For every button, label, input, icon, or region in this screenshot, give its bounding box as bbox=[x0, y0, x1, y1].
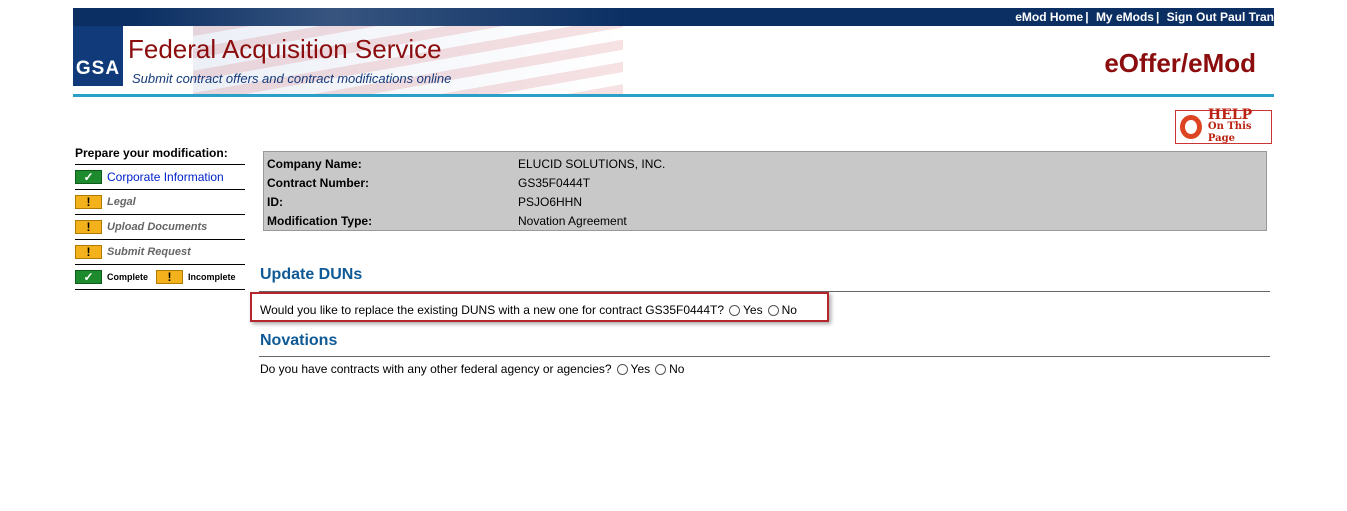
update-duns-heading: Update DUNs bbox=[260, 266, 363, 283]
life-ring-icon bbox=[1180, 115, 1202, 139]
gsa-logo: GSA bbox=[73, 26, 123, 86]
duns-yes-radio[interactable] bbox=[729, 304, 741, 316]
help-button[interactable]: HELP On This Page bbox=[1175, 107, 1272, 145]
page-header: eMod Home | My eMods | Sign Out Paul Tran … bbox=[73, 8, 1274, 97]
app-title: eOffer/eMod bbox=[1104, 48, 1256, 78]
novations-no-radio[interactable] bbox=[655, 363, 667, 375]
contract-info-panel: Company Name: ELUCID SOLUTIONS, INC. Con… bbox=[263, 151, 1267, 231]
sidebar-item-label[interactable]: Corporate Information bbox=[107, 170, 224, 184]
sidebar-item-submit-request: ! Submit Request bbox=[75, 240, 245, 265]
info-value: ELUCID SOLUTIONS, INC. bbox=[518, 156, 666, 171]
contract-info-table: Company Name: ELUCID SOLUTIONS, INC. Con… bbox=[267, 154, 665, 230]
novations-heading: Novations bbox=[260, 332, 338, 349]
flag-stripes bbox=[133, 8, 633, 26]
table-row: ID: PSJO6HHN bbox=[267, 192, 665, 211]
help-label: HELP On This Page bbox=[1207, 107, 1271, 145]
top-nav-links: eMod Home | My eMods | Sign Out Paul Tran bbox=[1015, 10, 1274, 24]
duns-question: Would you like to replace the existing D… bbox=[260, 303, 725, 317]
help-label-line1: HELP bbox=[1207, 107, 1253, 123]
novations-no-label[interactable]: No bbox=[669, 362, 684, 376]
sidebar-item-legal: ! Legal bbox=[75, 190, 245, 215]
duns-yes-label[interactable]: Yes bbox=[743, 303, 763, 317]
check-icon: ✓ bbox=[75, 170, 102, 184]
sidebar-item-label: Submit Request bbox=[107, 246, 191, 258]
header-divider bbox=[73, 94, 1274, 97]
info-value: Novation Agreement bbox=[518, 213, 627, 228]
duns-no-label[interactable]: No bbox=[782, 303, 797, 317]
agency-title: Federal Acquisition Service bbox=[128, 34, 442, 64]
gsa-logo-text: GSA bbox=[75, 58, 121, 79]
agency-subtitle: Submit contract offers and contract modi… bbox=[132, 71, 452, 86]
check-icon: ✓ bbox=[75, 270, 102, 284]
novations-yes-label[interactable]: Yes bbox=[631, 362, 651, 376]
sidebar-item-corporate-information[interactable]: ✓ Corporate Information bbox=[75, 165, 245, 190]
duns-question-row: Would you like to replace the existing D… bbox=[260, 303, 797, 317]
nav-separator: | bbox=[1155, 10, 1160, 24]
novations-question: Do you have contracts with any other fed… bbox=[260, 362, 612, 376]
legend-complete-label: Complete bbox=[107, 272, 149, 282]
sidebar-item-upload-documents: ! Upload Documents bbox=[75, 215, 245, 240]
warning-icon: ! bbox=[75, 245, 102, 259]
header-banner: GSA Federal Acquisition Service Submit c… bbox=[73, 26, 1274, 94]
sidebar-heading: Prepare your modification: bbox=[75, 146, 245, 165]
sidebar-item-label: Upload Documents bbox=[107, 221, 208, 233]
sign-out-link[interactable]: Sign Out Paul Tran bbox=[1167, 10, 1274, 24]
warning-icon: ! bbox=[75, 220, 102, 234]
info-key: Modification Type: bbox=[267, 213, 373, 228]
help-label-line2: On This Page bbox=[1207, 121, 1252, 144]
info-value: GS35F0444T bbox=[518, 175, 591, 190]
novations-yes-radio[interactable] bbox=[616, 363, 628, 375]
table-row: Company Name: ELUCID SOLUTIONS, INC. bbox=[267, 154, 665, 173]
section-divider bbox=[259, 356, 1270, 357]
sidebar: Prepare your modification: ✓ Corporate I… bbox=[75, 146, 245, 290]
table-row: Modification Type: Novation Agreement bbox=[267, 211, 665, 230]
sidebar-item-label: Legal bbox=[107, 196, 136, 208]
my-emods-link[interactable]: My eMods bbox=[1096, 10, 1154, 24]
info-value: PSJO6HHN bbox=[518, 194, 583, 209]
novations-question-row: Do you have contracts with any other fed… bbox=[260, 362, 684, 376]
info-key: Contract Number: bbox=[267, 175, 370, 190]
duns-no-radio[interactable] bbox=[767, 304, 779, 316]
table-row: Contract Number: GS35F0444T bbox=[267, 173, 665, 192]
top-nav-bar: eMod Home | My eMods | Sign Out Paul Tran bbox=[73, 8, 1274, 26]
status-legend: ✓ Complete ! Incomplete bbox=[75, 265, 245, 290]
info-key: Company Name: bbox=[267, 156, 362, 171]
info-key: ID: bbox=[267, 194, 283, 209]
emod-home-link[interactable]: eMod Home bbox=[1015, 10, 1083, 24]
warning-icon: ! bbox=[75, 195, 102, 209]
nav-separator: | bbox=[1085, 10, 1089, 24]
legend-incomplete-label: Incomplete bbox=[188, 272, 236, 282]
warning-icon: ! bbox=[156, 270, 184, 284]
